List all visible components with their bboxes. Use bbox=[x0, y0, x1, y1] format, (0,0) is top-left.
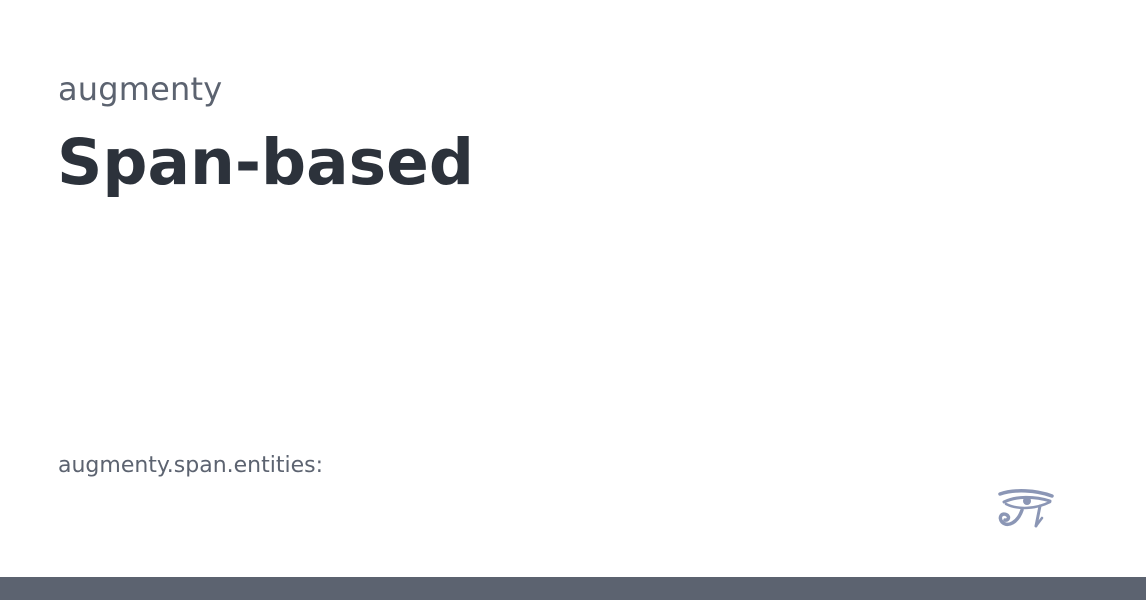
bottom-accent-bar bbox=[0, 577, 1146, 600]
page-subtitle: augmenty.span.entities: bbox=[58, 453, 324, 478]
social-card: augmenty Span-based augmenty.span.entiti… bbox=[0, 0, 1146, 600]
site-name: augmenty bbox=[58, 70, 223, 108]
page-title: Span-based bbox=[57, 126, 474, 199]
eye-of-horus-icon bbox=[998, 489, 1054, 528]
